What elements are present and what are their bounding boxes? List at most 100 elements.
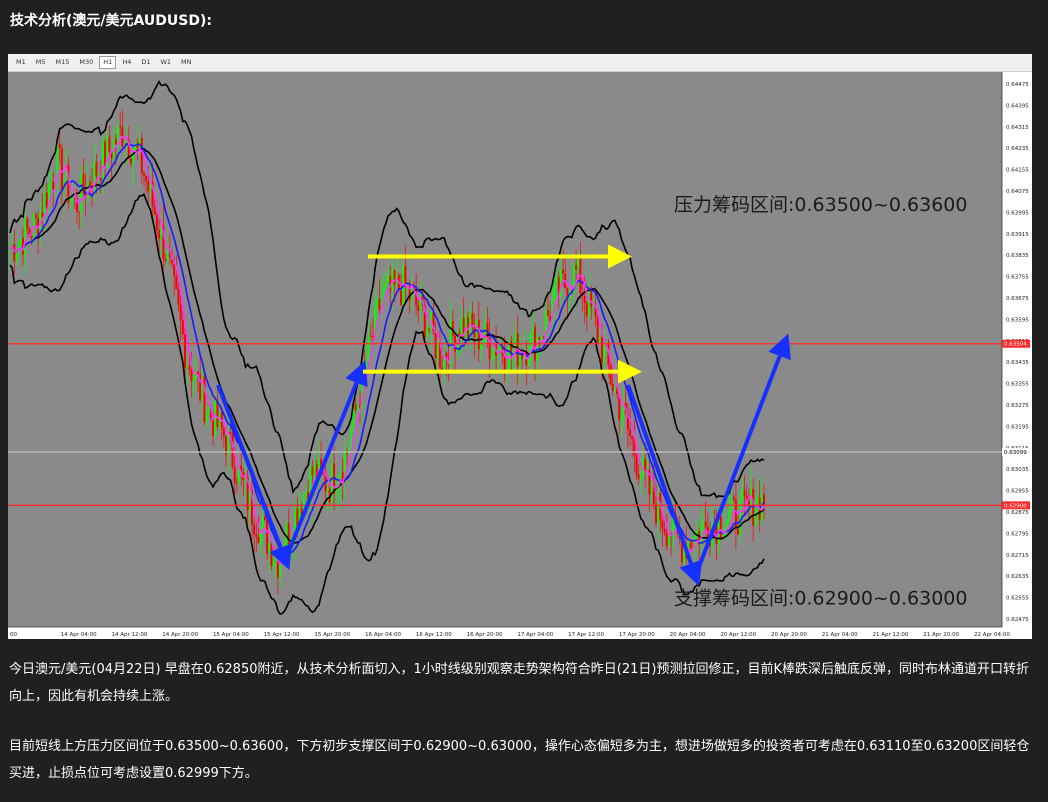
y-tick-label: 0.62635: [1006, 574, 1029, 580]
y-tick-label: 0.63915: [1006, 232, 1029, 238]
candle-body: [179, 304, 182, 321]
y-tick-label: 0.64315: [1006, 125, 1029, 131]
candle-body: [138, 138, 141, 148]
candle-body: [80, 174, 83, 213]
candle-body: [376, 298, 379, 305]
x-tick-label: 16 Apr 12:00: [416, 632, 452, 638]
candle-body: [596, 316, 599, 343]
candle-body: [188, 365, 191, 370]
candle-body: [235, 482, 238, 484]
y-tick-label: 0.62955: [1006, 489, 1029, 495]
timeframe-button-m1[interactable]: M1: [12, 56, 30, 69]
candle-body: [24, 218, 27, 255]
candle-body: [546, 310, 549, 316]
x-tick-label: 20 Apr 20:00: [771, 632, 807, 638]
x-tick-label: 20 Apr 04:00: [670, 632, 706, 638]
candle-body: [214, 400, 217, 436]
candle-body: [58, 144, 61, 149]
candle-body: [460, 318, 463, 337]
candle-body: [661, 520, 664, 529]
y-tick-label: 0.62875: [1006, 510, 1029, 516]
candle-body: [60, 148, 63, 190]
candle-body: [175, 275, 178, 290]
chart-panel[interactable]: M1 M5 M15 M30 H1 H4 D1 W1 MN 0.64475 0.64395 0.643…: [8, 54, 1032, 639]
price-chart[interactable]: 0.64475 0.64395 0.64315 0.64235 0.64155 0.640…: [8, 72, 1032, 639]
candle-body: [590, 288, 593, 308]
candle-body: [216, 400, 219, 427]
candle-body: [613, 387, 616, 391]
timeframe-button-w1[interactable]: W1: [156, 56, 175, 69]
candle-body: [147, 181, 150, 192]
candle-body: [387, 275, 390, 283]
candle-body: [142, 172, 145, 176]
timeframe-button-m15[interactable]: M15: [52, 56, 74, 69]
y-tick-label: 0.64075: [1006, 189, 1029, 195]
x-tick-label: 22 Apr 04:00: [974, 632, 1010, 638]
price-tag-label: 0.62900: [1004, 503, 1027, 509]
candle-body: [611, 384, 614, 391]
candle-body: [689, 542, 692, 548]
candle-body: [326, 488, 329, 492]
x-tick-label: 15 Apr 04:00: [213, 632, 249, 638]
timeframe-button-m30[interactable]: M30: [75, 56, 97, 69]
candle-body: [508, 341, 511, 370]
candle-body: [19, 238, 22, 243]
candle-body: [650, 481, 653, 495]
timeframe-button-h1[interactable]: H1: [99, 56, 117, 69]
candle-body: [585, 302, 588, 316]
candle-body: [704, 521, 707, 528]
x-tick-label: 15 Apr 12:00: [264, 632, 300, 638]
timeframe-button-h4[interactable]: H4: [118, 56, 135, 69]
x-tick-label: 14 Apr 12:00: [111, 632, 147, 638]
candle-body: [287, 523, 290, 546]
candle-body: [330, 463, 333, 503]
candle-body: [555, 276, 558, 285]
candle-body: [562, 269, 565, 274]
page-title: 技术分析(澳元/美元AUDUSD):: [10, 13, 212, 29]
candle-body: [600, 336, 603, 364]
candle-body: [78, 211, 81, 213]
candle-body: [553, 284, 556, 301]
candle-body: [50, 181, 53, 185]
candle-body: [164, 259, 167, 262]
x-tick-label: 20 Apr 12:00: [720, 632, 756, 638]
price-tag-label: 0.63504: [1004, 342, 1027, 348]
timeframe-button-d1[interactable]: D1: [137, 56, 154, 69]
candle-body: [752, 488, 755, 526]
timeframe-button-m5[interactable]: M5: [32, 56, 50, 69]
candle-body: [101, 141, 104, 181]
timeframe-button-mn[interactable]: MN: [177, 56, 195, 69]
candle-body: [155, 214, 158, 231]
candle-body: [499, 346, 502, 351]
candle-body: [261, 516, 264, 526]
candle-body: [620, 415, 623, 420]
y-tick-label: 0.63755: [1006, 275, 1029, 281]
candle-body: [663, 528, 666, 534]
x-tick-label: 15 Apr 20:00: [314, 632, 350, 638]
candle-body: [451, 321, 454, 336]
candle-body: [255, 534, 258, 537]
candle-body: [490, 357, 493, 360]
candle-body: [119, 126, 122, 128]
candle-body: [719, 516, 722, 539]
candle-body: [629, 429, 632, 436]
y-tick-label: 0.62555: [1006, 596, 1029, 602]
candle-body: [382, 286, 385, 297]
resistance-zone-label: 压力筹码区间:0.63500~0.63600: [674, 194, 967, 216]
candle-body: [371, 335, 374, 337]
candle-body: [108, 136, 111, 152]
candle-body: [348, 447, 351, 455]
candle-body: [311, 467, 314, 476]
x-tick-label: 14 Apr 04:00: [61, 632, 97, 638]
candle-body: [233, 466, 236, 483]
candle-body: [263, 516, 266, 521]
candle-body: [97, 172, 100, 177]
analysis-paragraph-1: 今日澳元/美元(04月22日) 早盘在0.62850附近，从技术分析面切入，1小…: [9, 662, 1029, 704]
candle-body: [425, 328, 428, 338]
analysis-paragraph-2: 目前短线上方压力区间位于0.63500~0.63600，下方初步支撑区间于0.6…: [9, 739, 1030, 781]
candle-body: [527, 359, 530, 366]
candle-body: [378, 298, 381, 310]
y-tick-label: 0.63435: [1006, 360, 1029, 366]
y-tick-label: 0.62715: [1006, 553, 1029, 559]
y-tick-label: 0.62795: [1006, 531, 1029, 537]
